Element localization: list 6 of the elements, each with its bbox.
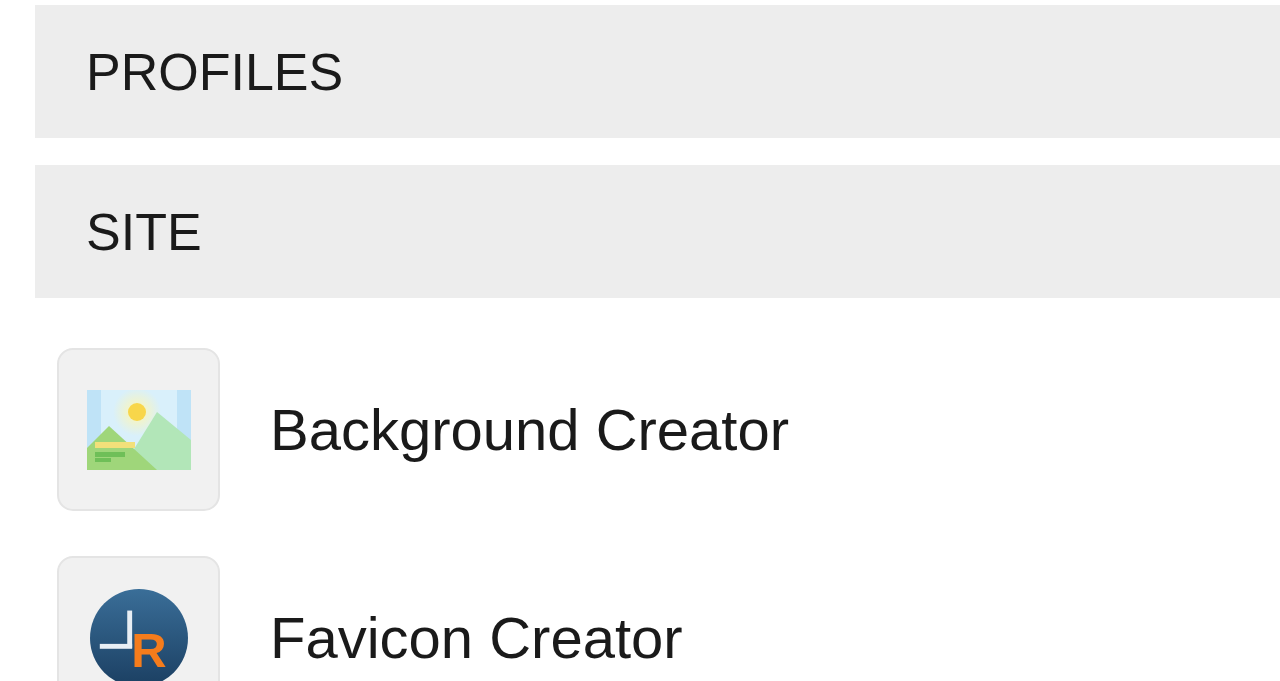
logo-icon: R	[57, 556, 220, 681]
section-header[interactable]: SITE	[35, 165, 1280, 298]
app-link[interactable]: Background Creator	[57, 348, 790, 511]
landscape-icon	[57, 348, 220, 511]
section-header[interactable]: PROFILES	[35, 5, 1280, 138]
app-link[interactable]: R Favicon Creator	[57, 556, 683, 681]
